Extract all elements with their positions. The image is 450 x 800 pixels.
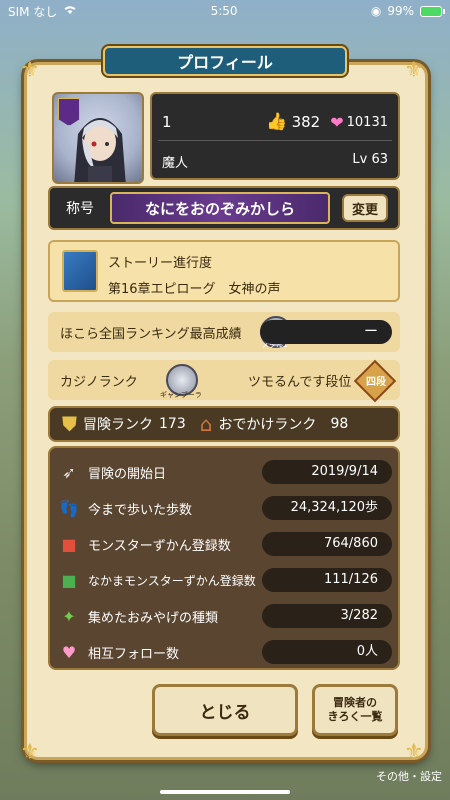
heart-icon: ❤ — [330, 112, 344, 132]
wing-icon: ➶ — [62, 462, 76, 482]
player-name: 1 — [162, 113, 172, 131]
hearts-count: 10131 — [346, 114, 388, 130]
stat-value: 111/126 — [262, 568, 392, 592]
adventurer-records-button[interactable]: 冒険者の きろく一覧 — [312, 684, 398, 736]
fleur-icon: ⚜ — [20, 58, 40, 83]
casino-rank-name: ツモるんです段位 — [248, 375, 352, 390]
house-icon: ⌂ — [199, 412, 213, 436]
page-title: プロフィール — [103, 46, 347, 76]
stat-row: ♥ 相互フォロー数 0人 — [56, 634, 392, 670]
hokora-value-text: ー — [364, 324, 378, 340]
stat-row: ➶ 冒険の開始日 2019/9/14 — [56, 454, 392, 490]
story-book-icon — [62, 250, 98, 292]
stat-row: ■ モンスターずかん登録数 764/860 — [56, 526, 392, 562]
fleur-icon: ⚜ — [404, 58, 424, 83]
stat-label: 冒険の開始日 — [88, 466, 167, 482]
change-title-button[interactable]: 変更 — [342, 194, 388, 222]
title-label: 称号 — [66, 201, 94, 217]
ally-book-icon: ■ — [61, 570, 77, 590]
change-title-label: 変更 — [351, 202, 378, 218]
title-row: 称号 なにをおのぞみかしら 変更 — [48, 186, 400, 230]
handshake-icon: ♥ — [61, 642, 77, 662]
close-button-label: とじる — [199, 702, 251, 723]
records-label-line2: きろく一覧 — [327, 710, 383, 723]
outing-rank-value: 98 — [330, 416, 349, 432]
hokora-value: ー — [260, 320, 392, 344]
rank-bar: ⛊ 冒険ランク 173 ⌂ おでかけランク 98 — [48, 406, 400, 442]
casino-label: カジノランク — [60, 374, 138, 390]
level: Lv 63 — [352, 152, 388, 167]
fleur-icon: ⚜ — [20, 740, 40, 765]
casino-rank-row: カジノランク ギャンブーラ ツモるんです段位 四段 — [48, 359, 400, 403]
stat-label: 相互フォロー数 — [88, 646, 180, 662]
stat-value: 3/282 — [262, 604, 392, 628]
job-name: 魔人 — [162, 156, 189, 171]
likes-count: 382 — [291, 113, 321, 131]
wifi-icon — [63, 4, 77, 18]
stats-panel: ➶ 冒険の開始日 2019/9/14 👣 今まで歩いた歩数 24,324,120… — [48, 446, 400, 670]
story-heading: ストーリー進行度 — [108, 256, 213, 271]
fleur-icon: ⚜ — [404, 740, 424, 765]
stat-label: なかまモンスターずかん登録数 — [88, 573, 256, 588]
avatar — [52, 92, 144, 184]
status-bar: SIM なし 5:50 ◉ 99% — [0, 0, 450, 22]
stat-value: 764/860 — [262, 532, 392, 556]
monster-book-icon: ■ — [61, 534, 77, 554]
stat-label: 今まで歩いた歩数 — [88, 502, 193, 518]
souvenir-icon: ✦ — [62, 606, 76, 626]
stat-row: ■ なかまモンスターずかん登録数 111/126 — [56, 562, 392, 598]
casino-medal-text: ギャンブーラ — [160, 391, 202, 399]
records-label-line1: 冒険者の — [333, 695, 377, 709]
title-text: なにをおのぞみかしら — [144, 199, 295, 218]
title-banner: なにをおのぞみかしら — [110, 192, 330, 224]
story-progress: ストーリー進行度 第16章エピローグ 女神の声 — [48, 240, 400, 302]
carrier-label: SIM なし — [8, 4, 58, 19]
close-button[interactable]: とじる — [152, 684, 298, 736]
battery-percent: 99% — [387, 4, 414, 18]
casino-badge-text: 四段 — [366, 377, 386, 388]
stat-row: 👣 今まで歩いた歩数 24,324,120歩 — [56, 490, 392, 526]
other-settings-link[interactable]: その他・設定 — [376, 768, 442, 784]
status-time: 5:50 — [210, 4, 238, 18]
hokora-label: ほこら全国ランキング最高成績 — [60, 326, 242, 342]
footprint-icon: 👣 — [59, 498, 79, 518]
stat-label: 集めたおみやげの種類 — [88, 610, 219, 626]
home-indicator — [160, 790, 290, 794]
stat-value: 0人 — [262, 640, 392, 664]
stat-value: 24,324,120歩 — [262, 496, 392, 520]
divider — [158, 140, 392, 141]
battery-icon — [420, 5, 445, 17]
orientation-lock-icon: ◉ — [370, 4, 382, 18]
story-chapter: 第16章エピローグ 女神の声 — [108, 282, 281, 297]
profile-info: 1 👍 382 ❤ 10131 魔人 Lv 63 — [150, 92, 400, 180]
outing-rank-label: おでかけランク — [218, 417, 317, 433]
stat-row: ✦ 集めたおみやげの種類 3/282 — [56, 598, 392, 634]
shield-icon: ⛊ — [62, 412, 77, 436]
stat-value: 2019/9/14 — [262, 460, 392, 484]
hokora-ranking-row: ほこら全国ランキング最高成績 メタル1 ー — [48, 312, 400, 352]
adventure-rank-value: 173 — [159, 416, 186, 432]
adventure-rank-label: 冒険ランク — [83, 417, 153, 433]
stat-label: モンスターずかん登録数 — [88, 538, 231, 554]
thumbs-up-icon: 👍 — [266, 112, 288, 132]
page-title-text: プロフィール — [177, 53, 273, 72]
